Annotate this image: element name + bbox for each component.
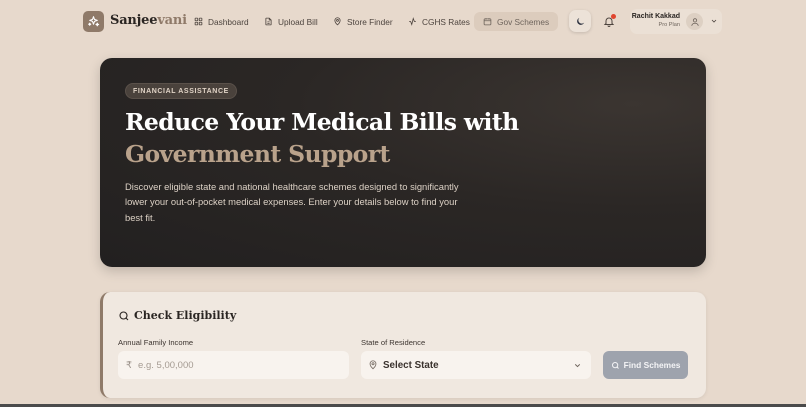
nav-label: Upload Bill bbox=[278, 16, 318, 27]
nav-label: Store Finder bbox=[347, 16, 393, 27]
hero-description: Discover eligible state and national hea… bbox=[125, 181, 459, 223]
brand-name[interactable]: Sanjeevani bbox=[110, 13, 187, 28]
search-icon bbox=[119, 310, 129, 320]
eligibility-header: Check Eligibility bbox=[118, 309, 236, 322]
state-label: State of Residence bbox=[361, 338, 426, 347]
search-icon bbox=[611, 361, 619, 369]
user-name: Rachit Kakkad bbox=[631, 13, 680, 20]
chevron-down-icon bbox=[574, 364, 581, 368]
user-menu[interactable]: Rachit Kakkad Pro Plan bbox=[630, 9, 722, 34]
theme-toggle-button[interactable] bbox=[569, 10, 591, 32]
income-label: Annual Family Income bbox=[118, 338, 194, 347]
nav-gov-schemes[interactable]: Gov Schemes bbox=[474, 12, 559, 31]
hero-title-line1: Reduce Your Medical Bills with bbox=[125, 108, 519, 136]
avatar[interactable] bbox=[686, 13, 703, 30]
map-pin-icon bbox=[369, 360, 377, 370]
state-select[interactable]: Select State bbox=[361, 351, 591, 379]
brand-suffix: vani bbox=[157, 13, 187, 28]
nav-store-finder[interactable]: Store Finder bbox=[329, 12, 397, 31]
hero-banner: FINANCIAL ASSISTANCE Reduce Your Medical… bbox=[100, 58, 706, 267]
brand-prefix: Sanjee bbox=[110, 13, 158, 28]
notifications-button[interactable] bbox=[602, 13, 616, 29]
logo[interactable] bbox=[83, 11, 104, 32]
nav-label: Dashboard bbox=[208, 16, 249, 27]
state-select-value: Select State bbox=[383, 359, 439, 371]
nav-dashboard[interactable]: Dashboard bbox=[190, 12, 253, 31]
chevron-down-icon[interactable] bbox=[710, 17, 718, 25]
notification-dot bbox=[611, 14, 616, 19]
file-icon bbox=[265, 17, 272, 26]
rupee-icon: ₹ bbox=[126, 359, 133, 371]
top-nav: Sanjeevani Dashboard Upload Bill Store F… bbox=[0, 0, 806, 44]
nav-upload-bill[interactable]: Upload Bill bbox=[260, 12, 322, 31]
calendar-icon bbox=[483, 18, 492, 26]
hero-badge: FINANCIAL ASSISTANCE bbox=[125, 83, 237, 99]
activity-icon bbox=[409, 17, 416, 26]
moon-icon bbox=[576, 17, 584, 25]
nav-label: Gov Schemes bbox=[497, 16, 550, 27]
find-schemes-label: Find Schemes bbox=[623, 360, 681, 370]
user-icon bbox=[690, 17, 699, 26]
income-input[interactable] bbox=[138, 359, 319, 371]
user-plan: Pro Plan bbox=[658, 22, 680, 28]
eligibility-card: Check Eligibility Annual Family Income ₹… bbox=[100, 292, 706, 398]
sparkle-logo-icon bbox=[88, 16, 100, 27]
hero-title-line2: Government Support bbox=[125, 140, 390, 168]
eligibility-title: Check Eligibility bbox=[134, 309, 237, 322]
nav-label: CGHS Rates bbox=[422, 16, 470, 27]
map-pin-icon bbox=[334, 17, 341, 26]
grid-icon bbox=[194, 17, 203, 26]
nav-cghs-rates[interactable]: CGHS Rates bbox=[404, 12, 474, 31]
income-field[interactable]: ₹ bbox=[118, 351, 349, 379]
find-schemes-button[interactable]: Find Schemes bbox=[603, 351, 688, 379]
